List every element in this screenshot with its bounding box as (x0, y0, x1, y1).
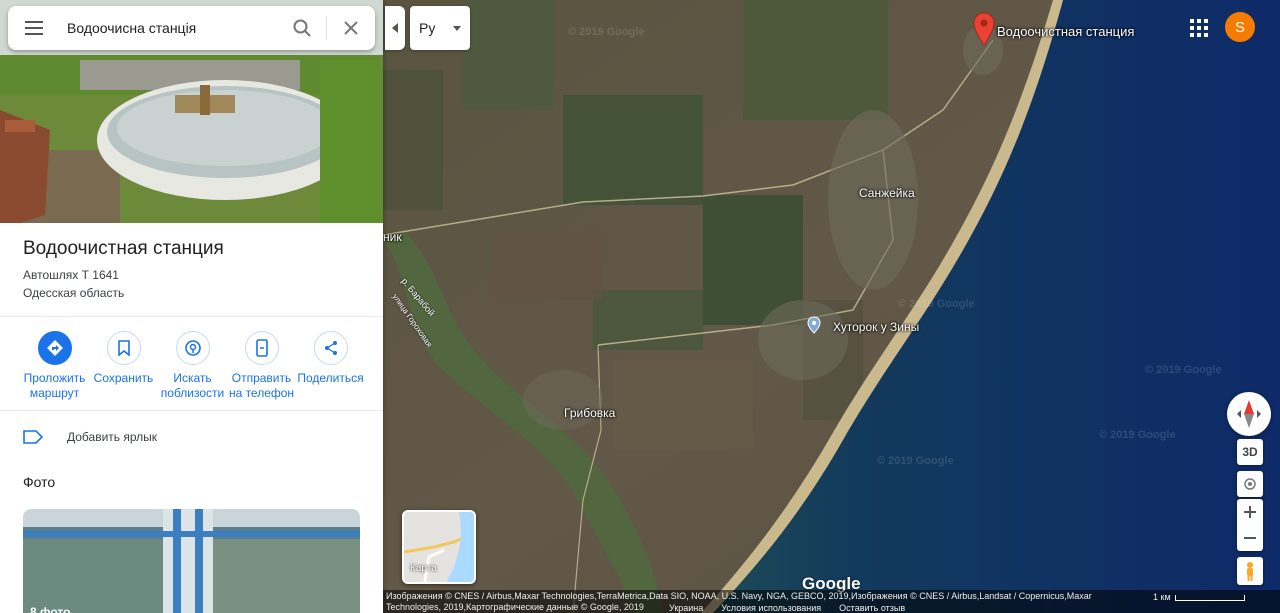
satellite-map[interactable]: © 2019 Google © 2019 Google © 2019 Googl… (383, 0, 1280, 613)
place-label-sanzheyka[interactable]: Санжейка (859, 186, 915, 200)
label-icon (23, 430, 43, 444)
compass-button[interactable] (1227, 392, 1271, 436)
my-location-button[interactable] (1237, 471, 1263, 497)
bookmark-icon (106, 331, 141, 365)
location-icon (1244, 478, 1256, 490)
divider (0, 410, 383, 411)
phone-icon (244, 331, 279, 365)
scale-line (1174, 594, 1245, 601)
place-label-khutorok[interactable]: Хуторок у Зины (833, 320, 919, 334)
map-watermark: © 2019 Google (877, 455, 954, 467)
marker-label[interactable]: Водоочистная станция (997, 24, 1134, 39)
language-value: Ру (419, 20, 436, 36)
search-icon (293, 19, 311, 37)
chevron-down-icon (453, 25, 461, 31)
place-address-region: Одесская область (23, 286, 125, 300)
map-watermark: © 2019 Google (898, 298, 975, 310)
zoom-out-button[interactable] (1237, 525, 1263, 551)
scale-label: 1 км (1153, 592, 1171, 602)
map-type-label: Карта (410, 563, 437, 574)
maps-app: © 2019 Google © 2019 Google © 2019 Googl… (0, 0, 1280, 613)
footer-link-country[interactable]: Украина (669, 603, 703, 613)
minus-icon (1244, 537, 1256, 539)
close-icon (344, 21, 358, 35)
compass-icon (1237, 400, 1261, 428)
apps-button[interactable] (1183, 12, 1211, 40)
directions-button[interactable]: Проложить маршрут (20, 331, 89, 401)
photos-heading: Фото (23, 474, 56, 490)
save-button[interactable]: Сохранить (89, 331, 158, 401)
map-watermark: © 2019 Google (1099, 429, 1176, 441)
action-label: Искать поблизости (160, 371, 225, 400)
divider (0, 316, 383, 317)
action-label: Отправить на телефон (228, 371, 295, 400)
photos-count: 8 фото (30, 605, 71, 613)
footer-link-terms[interactable]: Условия использования (721, 603, 821, 613)
chevron-left-icon (392, 23, 398, 33)
place-hero-photo[interactable]: Водоочисна станція (0, 0, 383, 223)
poi-pin-icon[interactable] (807, 316, 821, 334)
nearby-icon (175, 331, 210, 365)
3d-toggle-button[interactable]: 3D (1237, 439, 1263, 465)
action-row: Проложить маршрут Сохранить Искать побли… (20, 331, 365, 401)
search-button[interactable] (278, 6, 326, 50)
send-to-phone-button[interactable]: Отправить на телефон (227, 331, 296, 401)
share-button[interactable]: Поделиться (296, 331, 365, 401)
place-label-nik[interactable]: ник (383, 230, 402, 244)
street-view-pegman[interactable] (1237, 557, 1263, 585)
clear-search-button[interactable] (327, 6, 375, 50)
pegman-icon (1247, 562, 1253, 581)
location-marker-icon[interactable] (973, 12, 995, 46)
hamburger-icon (25, 21, 43, 35)
nearby-button[interactable]: Искать поблизости (158, 331, 227, 401)
map-watermark: © 2019 Google (1145, 364, 1222, 376)
action-label: Поделиться (297, 371, 364, 385)
share-icon (313, 331, 348, 365)
search-input[interactable]: Водоочисна станція (60, 20, 278, 36)
treatment-tanks-photo (23, 509, 360, 613)
place-title: Водоочистная станция (23, 238, 224, 259)
map-type-toggle[interactable]: Карта (402, 510, 476, 584)
add-label-button[interactable]: Добавить ярлык (23, 430, 157, 444)
language-selector[interactable]: Ру (410, 6, 470, 50)
place-panel: Водоочисна станція Водоочистная станция (0, 0, 383, 613)
map-watermark: © 2019 Google (568, 26, 645, 38)
scale-bar[interactable]: 1 км (1153, 592, 1245, 603)
map-footer: Изображения © CNES / Airbus,Maxar Techno… (383, 590, 1280, 613)
action-label: Сохранить (93, 371, 154, 385)
zoom-in-button[interactable] (1237, 499, 1263, 525)
footer-links: Украина Условия использования Оставить о… (669, 603, 905, 613)
satellite-imagery (383, 0, 1280, 613)
search-box: Водоочисна станція (8, 6, 375, 50)
zoom-controls (1237, 499, 1263, 551)
add-label-text: Добавить ярлык (67, 430, 158, 444)
place-label-gribovka[interactable]: Грибовка (564, 406, 615, 420)
menu-button[interactable] (8, 6, 60, 50)
directions-icon (37, 331, 72, 365)
footer-link-feedback[interactable]: Оставить отзыв (839, 603, 905, 613)
collapse-panel-button[interactable] (385, 6, 405, 50)
place-address-road: Автошлях Т 1641 (23, 268, 119, 282)
avatar[interactable]: S (1225, 12, 1255, 42)
photos-thumbnail[interactable]: 8 фото (23, 509, 360, 613)
plus-icon (1244, 506, 1256, 518)
action-label: Проложить маршрут (23, 371, 86, 400)
